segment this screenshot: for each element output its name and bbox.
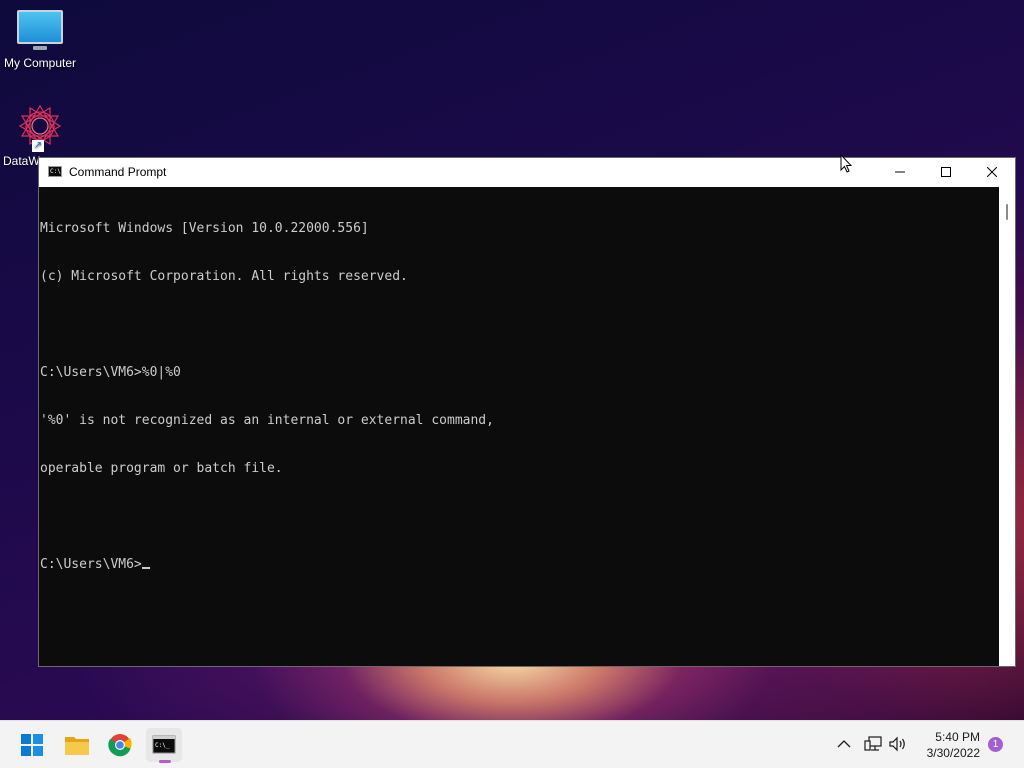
close-icon xyxy=(987,167,997,177)
window-titlebar[interactable]: C:\ Command Prompt xyxy=(39,158,1015,187)
command-prompt-icon: C:\_ xyxy=(152,735,176,754)
close-button[interactable] xyxy=(969,158,1015,187)
cmd-icon: C:\ xyxy=(48,166,62,177)
minimize-button[interactable] xyxy=(877,158,923,187)
vertical-scrollbar[interactable] xyxy=(999,187,1015,666)
chrome-button[interactable] xyxy=(102,728,138,762)
console-line: '%0' is not recognized as an internal or… xyxy=(40,413,494,428)
console-output[interactable]: Microsoft Windows [Version 10.0.22000.55… xyxy=(39,187,999,666)
console-line: Microsoft Windows [Version 10.0.22000.55… xyxy=(40,221,369,236)
minimize-icon xyxy=(895,171,905,173)
desktop: My Computer ↗ DataW C:\ Command Prompt M… xyxy=(0,0,1024,720)
console-line: operable program or batch file. xyxy=(40,461,283,476)
chevron-up-icon[interactable] xyxy=(836,736,852,752)
svg-text:C:\_: C:\_ xyxy=(155,742,170,749)
command-prompt-taskbar-button[interactable]: C:\_ xyxy=(146,728,182,763)
notification-badge[interactable]: 1 xyxy=(988,737,1003,752)
console-prompt-line[interactable]: C:\Users\VM6> xyxy=(40,557,999,573)
volume-icon[interactable] xyxy=(888,735,908,753)
clock-date: 3/30/2022 xyxy=(926,746,980,760)
mandala-app-icon: ↗ xyxy=(18,104,62,152)
window-title: Command Prompt xyxy=(69,165,167,179)
maximize-icon xyxy=(941,167,951,177)
command-prompt-window[interactable]: C:\ Command Prompt Microsoft Windows [Ve… xyxy=(38,157,1016,667)
network-icon[interactable] xyxy=(864,735,884,753)
desktop-icon-label: My Computer xyxy=(3,56,77,70)
file-explorer-button[interactable] xyxy=(59,728,95,762)
scrollbar-thumb[interactable] xyxy=(1006,204,1008,220)
windows-start-icon xyxy=(21,734,43,756)
mouse-pointer-icon xyxy=(840,154,853,173)
shortcut-arrow-icon: ↗ xyxy=(32,140,44,152)
clock-time: 5:40 PM xyxy=(935,730,980,744)
text-cursor xyxy=(141,567,150,569)
desktop-icon-my-computer[interactable]: My Computer xyxy=(0,10,80,70)
file-explorer-icon xyxy=(65,737,89,755)
start-button[interactable] xyxy=(14,728,50,762)
maximize-button[interactable] xyxy=(923,158,969,187)
console-line: (c) Microsoft Corporation. All rights re… xyxy=(40,269,408,284)
monitor-icon xyxy=(17,10,63,50)
console-line: C:\Users\VM6>%0|%0 xyxy=(40,365,181,380)
taskbar: C:\_ 5:40 PM 3/30/2022 1 xyxy=(0,720,1024,768)
system-clock[interactable]: 5:40 PM 3/30/2022 xyxy=(914,729,980,761)
chrome-icon xyxy=(108,734,132,757)
console-prompt: C:\Users\VM6> xyxy=(40,557,142,572)
active-app-indicator xyxy=(159,760,171,763)
